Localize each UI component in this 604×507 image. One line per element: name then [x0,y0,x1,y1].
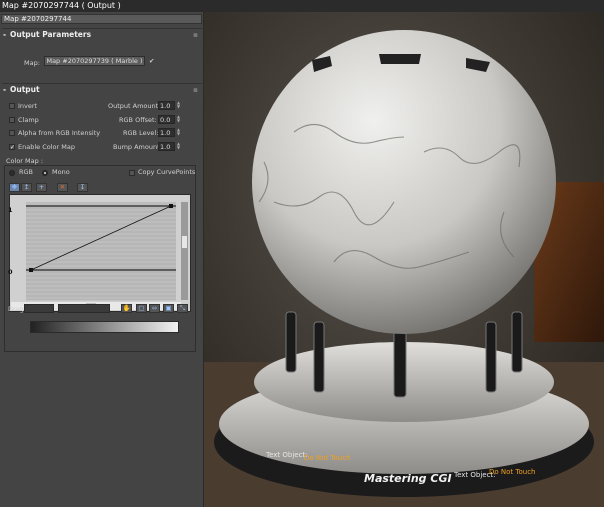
map-label: Map: [24,59,40,67]
clamp-checkbox[interactable] [9,117,15,123]
copy-curvepoints-label: Copy CurvePoints [138,168,196,176]
delete-point-icon[interactable]: ✕ [57,183,68,192]
rgb-level-value[interactable]: 1.0 [158,128,175,137]
output-amount-spinner[interactable]: 1.0 ▲ ▼ [158,101,182,110]
curve-plot-bg [26,202,176,300]
alpha-from-rgb-checkbox[interactable] [9,130,15,136]
rollout-title: Output Parameters [10,30,92,39]
support-leg [285,311,297,373]
mono-radio[interactable] [42,170,48,176]
alpha-from-rgb-label: Alpha from RGB Intensity [18,129,101,137]
do-not-touch-label: Do Not Touch [304,454,350,462]
support-leg [313,321,325,393]
spinner-arrows-icon[interactable]: ▲ ▼ [176,101,181,110]
curve-point[interactable] [29,268,33,272]
copy-curvepoints-checkbox[interactable] [129,170,135,176]
add-point-tool-icon[interactable]: + [36,183,47,192]
do-not-touch-label-2: Do Not Touch [489,468,535,476]
color-map-label: Color Map : [6,157,44,165]
mono-gradient-preview [30,321,179,333]
output-amount-value[interactable]: 1.0 [158,101,175,110]
bump-amount-value[interactable]: 1.0 [158,142,175,151]
render-viewport: Text Object: Do Not Touch Mastering CGI … [204,12,604,507]
pan-hand-icon[interactable]: ✋ [121,304,132,313]
rgb-level-spinner[interactable]: 1.0 ▲ ▼ [158,128,182,137]
support-leg [511,311,523,373]
rgb-level-label: RGB Level: [123,129,159,137]
curve-vertical-scroll-thumb[interactable] [182,236,187,248]
rollout-pin-icon: ▪ [192,30,198,39]
mastering-cgi-logo: Mastering CGI [364,472,452,485]
rollout-pin-icon: ▪ [192,85,198,94]
rollout-output-parameters[interactable]: - Output Parameters ▪ [2,29,202,41]
clamp-label: Clamp [18,116,39,124]
enable-color-map-label: Enable Color Map [18,143,75,151]
curve-point[interactable] [169,204,173,208]
map-slot-button[interactable]: Map #2070297739 ( Marble ) [44,56,145,66]
text-object-label: Text Object: [265,451,308,459]
spinner-arrows-icon[interactable]: ▲ ▼ [176,115,181,124]
material-editor-panel: Map #2070297744 - Output Parameters ▪ Ma… [0,12,204,507]
curve-x-field[interactable] [24,304,54,313]
rgb-radio[interactable] [9,170,15,176]
spinner-arrows-icon[interactable]: ▲ ▼ [176,128,181,137]
zoom-horizontal-icon[interactable]: ⬄ [149,304,160,313]
rollout-title: Output [10,85,40,94]
bump-amount-spinner[interactable]: 1.0 ▲ ▼ [158,142,182,151]
rgb-offset-value[interactable]: 0.0 [158,115,175,124]
scale-point-tool-icon[interactable]: ↥ [21,183,32,192]
map-name-field[interactable]: Map #2070297744 [1,14,202,24]
spinner-arrows-icon[interactable]: ▲ ▼ [176,142,181,151]
rgb-radio-label: RGB [19,168,34,176]
rgb-offset-spinner[interactable]: 0.0 ▲ ▼ [158,115,182,124]
support-leg [393,326,407,398]
curve-svg[interactable] [9,194,191,312]
move-point-tool-icon[interactable]: ✥ [9,183,20,192]
output-amount-label: Output Amount: [108,102,161,110]
invert-checkbox[interactable] [9,103,15,109]
expand-view-icon[interactable]: ⤡ [177,304,188,313]
bump-amount-label: Bump Amount: [113,143,162,151]
zoom-extents-icon[interactable]: ▢ [136,304,147,313]
status-label: Drag [8,305,24,313]
window-title: Map #2070297744 ( Output ) [0,0,604,12]
reset-curve-icon[interactable]: ↧ [77,183,88,192]
rgb-offset-label: RGB Offset: [119,116,157,124]
invert-label: Invert [18,102,38,110]
enable-color-map-checkbox[interactable]: ✓ [9,144,15,151]
mono-radio-label: Mono [52,168,70,176]
rollout-output[interactable]: - Output ▪ [2,84,202,96]
vent [379,54,421,64]
render-preview-svg: Text Object: Do Not Touch Mastering CGI … [204,12,604,507]
curve-y-field[interactable] [58,304,110,313]
marble-sphere [252,30,556,334]
curve-vertical-scrollbar[interactable] [181,202,188,300]
support-leg [485,321,497,393]
map-toggle-check-icon[interactable]: ✔ [149,57,154,65]
zoom-region-icon[interactable]: ▣ [163,304,174,313]
